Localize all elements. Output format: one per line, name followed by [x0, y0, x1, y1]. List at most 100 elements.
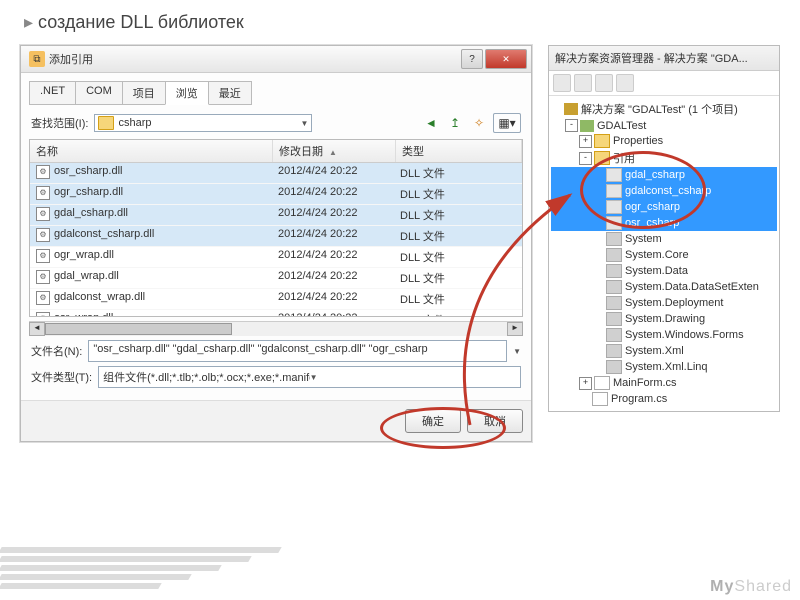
tree-item[interactable]: System.Data.DataSetExten — [551, 279, 777, 295]
tree-item[interactable]: System.Xml — [551, 343, 777, 359]
tree-toggle-icon[interactable]: + — [579, 135, 592, 148]
lookin-value: csharp — [118, 117, 300, 129]
tab-net[interactable]: .NET — [29, 81, 76, 105]
tab-project[interactable]: 项目 — [122, 81, 166, 105]
chevron-down-icon: ▼ — [301, 119, 309, 128]
sln-icon — [564, 103, 578, 115]
ref-icon — [606, 232, 622, 246]
dll-file-icon: ⚙ — [36, 186, 50, 200]
tree-item[interactable]: - GDALTest — [551, 118, 777, 133]
tree-label: GDALTest — [597, 120, 646, 132]
toolbar-icon[interactable] — [574, 74, 592, 92]
dll-file-icon: ⚙ — [36, 270, 50, 284]
tree-item[interactable]: +Properties — [551, 133, 777, 149]
ref-icon — [606, 344, 622, 358]
tree-item[interactable]: System.Xml.Linq — [551, 359, 777, 375]
tree-item[interactable]: System.Drawing — [551, 311, 777, 327]
solution-explorer: 解决方案资源管理器 - 解决方案 "GDA... 解决方案 "GDALTest"… — [548, 45, 780, 412]
tree-toggle-icon[interactable]: - — [565, 119, 578, 132]
up-folder-icon[interactable]: ↥ — [445, 113, 465, 133]
toolbar-icon[interactable] — [616, 74, 634, 92]
solution-tree: 解决方案 "GDALTest" (1 个项目)-GDALTest+Propert… — [549, 96, 779, 411]
ref-icon — [606, 216, 622, 230]
dialog-title: 添加引用 — [49, 51, 461, 67]
tree-label: System.Data.DataSetExten — [625, 281, 759, 293]
ref-icon — [606, 312, 622, 326]
col-date[interactable]: 修改日期▲ — [273, 140, 396, 162]
col-type[interactable]: 类型 — [396, 140, 522, 162]
dll-file-icon: ⚙ — [36, 249, 50, 263]
h-scrollbar[interactable]: ◄ ► — [29, 321, 523, 336]
tab-com[interactable]: COM — [75, 81, 123, 105]
dll-file-icon: ⚙ — [36, 207, 50, 221]
tree-label: gdal_csharp — [625, 169, 685, 181]
lookin-combo[interactable]: csharp ▼ — [94, 114, 312, 132]
chevron-down-icon[interactable]: ▼ — [513, 347, 521, 356]
ref-icon — [606, 168, 622, 182]
folder-icon — [594, 134, 610, 148]
tab-recent[interactable]: 最近 — [208, 81, 252, 105]
ok-button[interactable]: 确定 — [405, 409, 461, 433]
tree-toggle-icon[interactable]: - — [579, 152, 592, 165]
tree-item[interactable]: osr_csharp — [551, 215, 777, 231]
filetype-label: 文件类型(T): — [31, 369, 92, 385]
file-row[interactable]: ⚙gdal_csharp.dll2012/4/24 20:22DLL 文件 — [30, 205, 522, 226]
tree-label: System — [625, 233, 662, 245]
watermark: MyShared — [710, 578, 792, 596]
ref-icon — [606, 200, 622, 214]
tree-item[interactable]: +MainForm.cs — [551, 375, 777, 391]
toolbar-icon[interactable] — [553, 74, 571, 92]
cancel-button[interactable]: 取消 — [467, 409, 523, 433]
dialog-titlebar[interactable]: ⧉ 添加引用 ? ✕ — [21, 46, 531, 73]
tab-browse[interactable]: 浏览 — [165, 81, 209, 105]
tree-item[interactable]: System.Core — [551, 247, 777, 263]
filename-input[interactable]: "osr_csharp.dll" "gdal_csharp.dll" "gdal… — [88, 340, 507, 362]
tree-label: System.Drawing — [625, 313, 705, 325]
file-row[interactable]: ⚙gdalconst_wrap.dll2012/4/24 20:22DLL 文件 — [30, 289, 522, 310]
file-row[interactable]: ⚙ogr_csharp.dll2012/4/24 20:22DLL 文件 — [30, 184, 522, 205]
tree-item[interactable]: System.Windows.Forms — [551, 327, 777, 343]
close-button[interactable]: ✕ — [485, 49, 527, 69]
folder-icon — [98, 116, 114, 130]
tree-label: ogr_csharp — [625, 201, 680, 213]
new-folder-icon[interactable]: ✧ — [469, 113, 489, 133]
scroll-left-icon[interactable]: ◄ — [29, 322, 45, 336]
file-row[interactable]: ⚙gdal_wrap.dll2012/4/24 20:22DLL 文件 — [30, 268, 522, 289]
tree-item[interactable]: Program.cs — [551, 391, 777, 407]
help-button[interactable]: ? — [461, 49, 483, 69]
sort-asc-icon: ▲ — [329, 148, 337, 157]
file-icon — [594, 376, 610, 390]
tree-item[interactable]: 解决方案 "GDALTest" (1 个项目) — [551, 100, 777, 118]
col-name[interactable]: 名称 — [30, 140, 273, 162]
dialog-icon: ⧉ — [29, 51, 45, 67]
ref-icon — [606, 280, 622, 294]
tree-item[interactable]: gdal_csharp — [551, 167, 777, 183]
tree-label: Program.cs — [611, 393, 667, 405]
back-icon[interactable]: ◄ — [421, 113, 441, 133]
tree-label: System.Core — [625, 249, 689, 261]
file-list: 名称 修改日期▲ 类型 ⚙osr_csharp.dll2012/4/24 20:… — [29, 139, 523, 317]
tree-label: gdalconst_csharp — [625, 185, 711, 197]
tree-label: System.Deployment — [625, 297, 723, 309]
file-row[interactable]: ⚙osr_csharp.dll2012/4/24 20:22DLL 文件 — [30, 163, 522, 184]
tree-label: osr_csharp — [625, 217, 679, 229]
slide-title: создание DLL библиотек — [0, 0, 800, 45]
view-menu-icon[interactable]: ▦▾ — [493, 113, 521, 133]
scroll-right-icon[interactable]: ► — [507, 322, 523, 336]
tree-toggle-icon[interactable]: + — [579, 377, 592, 390]
file-row[interactable]: ⚙osr_wrap.dll2012/4/24 20:22DLL 文件 — [30, 310, 522, 317]
tree-item[interactable]: gdalconst_csharp — [551, 183, 777, 199]
tree-item[interactable]: -引用 — [551, 149, 777, 167]
scroll-thumb[interactable] — [45, 323, 232, 335]
add-reference-dialog: ⧉ 添加引用 ? ✕ .NET COM 项目 浏览 最近 查找范围(I): cs… — [20, 45, 532, 442]
toolbar-icon[interactable] — [595, 74, 613, 92]
tree-item[interactable]: System — [551, 231, 777, 247]
tree-item[interactable]: System.Data — [551, 263, 777, 279]
file-row[interactable]: ⚙ogr_wrap.dll2012/4/24 20:22DLL 文件 — [30, 247, 522, 268]
file-row[interactable]: ⚙gdalconst_csharp.dll2012/4/24 20:22DLL … — [30, 226, 522, 247]
tree-item[interactable]: System.Deployment — [551, 295, 777, 311]
filetype-combo[interactable]: 组件文件(*.dll;*.tlb;*.olb;*.ocx;*.exe;*.man… — [98, 366, 521, 388]
tree-label: System.Xml.Linq — [625, 361, 708, 373]
ref-icon — [606, 184, 622, 198]
tree-item[interactable]: ogr_csharp — [551, 199, 777, 215]
